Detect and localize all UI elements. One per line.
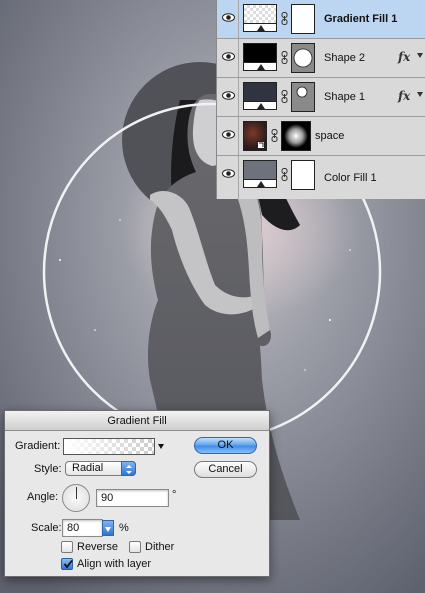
style-select[interactable]: Radial <box>65 461 136 476</box>
visibility-toggle[interactable] <box>217 78 239 116</box>
eye-icon <box>222 52 235 61</box>
checkmark-icon <box>63 559 73 569</box>
style-label: Style: <box>34 463 62 475</box>
link-icon[interactable] <box>271 129 278 142</box>
layer-mask-thumbnail[interactable] <box>291 4 315 34</box>
gradient-dropdown-arrow-icon[interactable] <box>158 444 164 449</box>
scale-slider-arrow-icon[interactable] <box>102 520 114 536</box>
vector-mask-thumbnail[interactable] <box>291 82 315 112</box>
layer-mask-thumbnail[interactable] <box>281 121 311 151</box>
reverse-checkbox[interactable] <box>61 541 73 553</box>
link-icon[interactable] <box>281 168 288 181</box>
fill-adjustment-icon <box>257 103 265 109</box>
gradient-picker[interactable] <box>63 438 155 455</box>
layer-thumbnail <box>243 121 267 151</box>
layer-row-space[interactable]: space <box>217 117 425 156</box>
dialog-title[interactable]: Gradient Fill <box>5 411 269 431</box>
updown-arrows-icon <box>121 461 136 476</box>
layer-row-shape-2[interactable]: Shape 2 fx <box>217 39 425 78</box>
layer-name: Gradient Fill 1 <box>324 13 398 25</box>
dither-label: Dither <box>145 541 175 553</box>
layer-mask-thumbnail[interactable] <box>291 160 315 190</box>
fill-adjustment-icon <box>257 181 265 187</box>
visibility-toggle[interactable] <box>217 39 239 77</box>
cancel-button[interactable]: Cancel <box>194 461 257 478</box>
scale-input[interactable]: 80 <box>62 519 103 537</box>
smart-object-icon <box>257 141 265 149</box>
layer-thumbnail <box>243 82 277 110</box>
eye-icon <box>222 169 235 178</box>
eye-icon <box>222 91 235 100</box>
layer-name: Color Fill 1 <box>324 172 377 184</box>
layers-panel: Gradient Fill 1 Shape 2 fx Shape 1 fx sp… <box>216 0 425 199</box>
layer-thumbnail <box>243 43 277 71</box>
gradient-label: Gradient: <box>15 440 61 452</box>
link-icon[interactable] <box>281 90 288 103</box>
style-value: Radial <box>72 462 104 474</box>
link-icon[interactable] <box>281 51 288 64</box>
scale-label: Scale: <box>31 522 62 534</box>
layer-name: space <box>315 130 345 142</box>
fx-icon[interactable]: fx <box>398 89 410 103</box>
align-with-layer-checkbox[interactable] <box>61 558 73 570</box>
fill-adjustment-icon <box>257 25 265 31</box>
fill-adjustment-icon <box>257 64 265 70</box>
reverse-label: Reverse <box>77 541 118 553</box>
layer-row-shape-1[interactable]: Shape 1 fx <box>217 78 425 117</box>
visibility-toggle[interactable] <box>217 156 239 199</box>
visibility-toggle[interactable] <box>217 117 239 155</box>
visibility-toggle[interactable] <box>217 0 239 38</box>
ok-button[interactable]: OK <box>194 437 257 454</box>
angle-label: Angle: <box>27 491 59 503</box>
align-with-layer-label: Align with layer <box>77 558 151 570</box>
fx-icon[interactable]: fx <box>398 50 410 64</box>
fx-expand-arrow-icon[interactable] <box>417 53 423 58</box>
eye-icon <box>222 13 235 22</box>
degree-symbol: ° <box>172 489 177 501</box>
eye-icon <box>222 130 235 139</box>
angle-dial[interactable] <box>62 484 90 512</box>
layer-thumbnail <box>243 4 277 32</box>
dither-checkbox[interactable] <box>129 541 141 553</box>
fx-expand-arrow-icon[interactable] <box>417 92 423 97</box>
gradient-fill-dialog: Gradient Fill Gradient: Style: Radial An… <box>4 410 270 577</box>
layer-thumbnail <box>243 160 277 188</box>
vector-mask-thumbnail[interactable] <box>291 43 315 73</box>
layer-row-color-fill[interactable]: Color Fill 1 <box>217 156 425 199</box>
scale-unit: % <box>119 522 129 534</box>
angle-input[interactable]: 90 <box>96 489 169 507</box>
layer-name: Shape 1 <box>324 91 365 103</box>
layer-name: Shape 2 <box>324 52 365 64</box>
link-icon[interactable] <box>281 12 288 25</box>
layer-row-gradient-fill[interactable]: Gradient Fill 1 <box>217 0 425 39</box>
